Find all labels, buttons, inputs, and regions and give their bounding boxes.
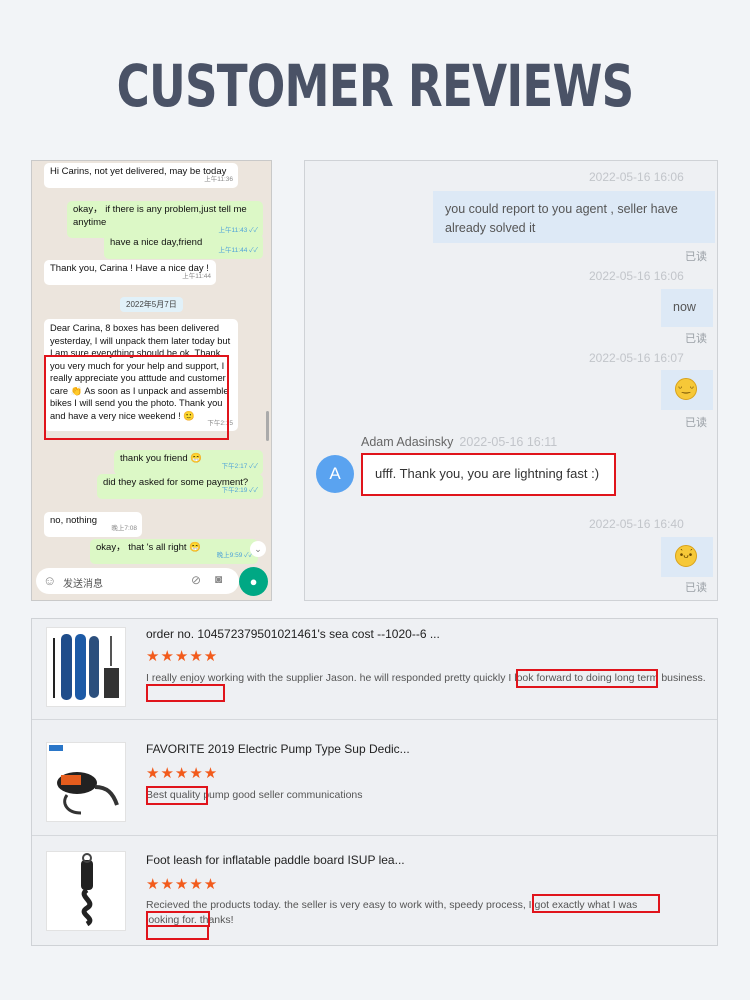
scrollbar[interactable]: [266, 411, 269, 441]
whatsapp-chat-panel: Hi Carins, not yet delivered, may be tod…: [31, 160, 272, 601]
product-thumbnail-foot-leash[interactable]: [46, 851, 126, 931]
product-thumbnail-paddle-boards[interactable]: [46, 627, 126, 707]
message-outgoing: you could report to you agent , seller h…: [433, 191, 715, 243]
message-text: okay， that 's all right 😁: [96, 542, 201, 553]
sender-name-text: Adam Adasinsky: [361, 435, 454, 449]
message-time: 下午2:19 ✓✓: [221, 487, 258, 494]
message-time: 晚上7:08: [111, 525, 137, 532]
message-outgoing: did they asked for some payment? 下午2:19 ✓…: [97, 474, 263, 499]
highlight-box: [516, 669, 658, 688]
support-chat-panel: 2022-05-16 16:06 you could report to you…: [304, 160, 718, 601]
message-outgoing: okay， that 's all right 😁 晚上9:59 ✓✓: [90, 539, 258, 564]
message-outgoing: have a nice day,friend 上午11:44 ✓✓: [104, 234, 263, 259]
message-outgoing: okay， if there is any problem,just tell …: [67, 201, 263, 238]
star-rating: ★★★★★: [146, 648, 219, 665]
review-row[interactable]: Foot leash for inflatable paddle board I…: [32, 836, 717, 946]
message-time: 上午11:36: [204, 176, 233, 183]
sender-name: Adam Adasinsky 2022-05-16 16:11: [361, 435, 557, 449]
mic-icon[interactable]: ●: [239, 567, 268, 596]
highlight-box: [532, 894, 660, 913]
thinking-emoji-icon: •̀ᴗ•́: [675, 545, 697, 567]
product-title[interactable]: Foot leash for inflatable paddle board I…: [146, 853, 405, 867]
message-time: 下午2:17 ✓✓: [221, 463, 258, 470]
message-outgoing: now: [661, 289, 713, 327]
message-time: 晚上9:59 ✓✓: [216, 552, 253, 559]
message-outgoing: •̀ᴗ•́: [661, 537, 713, 577]
camera-icon[interactable]: ◙: [215, 572, 222, 586]
page-title: CUSTOMER REVIEWS: [116, 52, 635, 120]
paperclip-icon[interactable]: ⊘: [191, 573, 201, 587]
message-outgoing: ᵕ‿ᵕ: [661, 370, 713, 410]
message-time: 上午11:44 ✓✓: [218, 247, 258, 254]
message-timestamp: 2022-05-16 16:07: [589, 351, 684, 365]
review-text: Best quality pump good seller communicat…: [146, 789, 363, 801]
highlight-box: [44, 355, 229, 440]
message-timestamp: 2022-05-16 16:06: [589, 269, 684, 283]
message-incoming-highlighted: ufff. Thank you, you are lightning fast …: [361, 453, 616, 496]
date-chip: 2022年5月7日: [120, 297, 183, 312]
review-row[interactable]: order no. 104572379501021461's sea cost …: [32, 619, 717, 720]
message-text: no, nothing: [50, 515, 98, 526]
message-input-placeholder[interactable]: 发送消息: [63, 575, 103, 590]
message-text: Hi Carins, not yet delivered, may be tod…: [50, 166, 227, 177]
message-timestamp: 2022-05-16 16:11: [459, 435, 558, 449]
review-row[interactable]: FAVORITE 2019 Electric Pump Type Sup Ded…: [32, 720, 717, 836]
star-rating: ★★★★★: [146, 876, 219, 893]
highlight-box: [146, 684, 225, 702]
read-status: 已读: [685, 417, 707, 429]
read-status: 已读: [685, 251, 707, 263]
read-status: 已读: [685, 582, 707, 594]
highlight-box: [146, 786, 208, 805]
scroll-down-icon[interactable]: ⌄: [250, 541, 266, 557]
message-text: thank you friend 😁: [120, 453, 203, 464]
message-timestamp: 2022-05-16 16:06: [589, 170, 684, 184]
product-thumbnail-electric-pump[interactable]: [46, 742, 126, 822]
review-list: order no. 104572379501021461's sea cost …: [31, 618, 718, 946]
read-status: 已读: [685, 333, 707, 345]
highlight-box: [146, 925, 209, 940]
message-time: 上午11:44: [182, 273, 211, 280]
message-incoming: Hi Carins, not yet delivered, may be tod…: [44, 163, 238, 188]
smile-emoji-icon: ᵕ‿ᵕ: [675, 378, 697, 400]
product-title[interactable]: FAVORITE 2019 Electric Pump Type Sup Ded…: [146, 742, 410, 756]
message-incoming: Thank you, Carina ! Have a nice day ! 上午1…: [44, 260, 216, 285]
message-timestamp: 2022-05-16 16:40: [589, 517, 684, 531]
smile-icon[interactable]: ☺: [43, 573, 56, 588]
message-outgoing: thank you friend 😁 下午2:17 ✓✓: [114, 450, 263, 475]
message-incoming: no, nothing 晚上7:08: [44, 512, 142, 537]
message-text: have a nice day,friend: [110, 237, 203, 248]
avatar: A: [316, 455, 354, 493]
star-rating: ★★★★★: [146, 765, 219, 782]
product-title[interactable]: order no. 104572379501021461's sea cost …: [146, 627, 440, 641]
message-input[interactable]: ☺ 发送消息 ⊘ ◙: [36, 568, 239, 594]
